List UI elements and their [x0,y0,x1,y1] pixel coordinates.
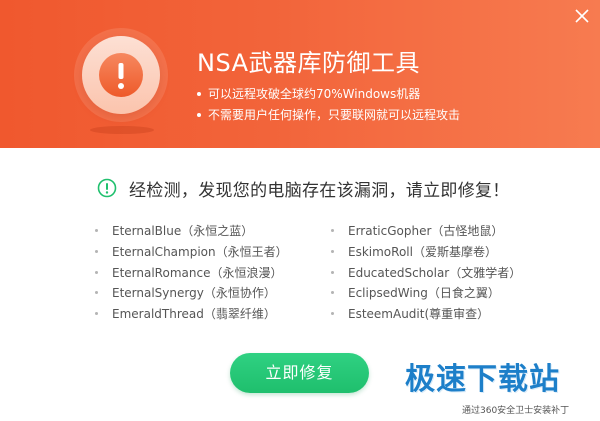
header-banner: NSA武器库防御工具 可以远程攻破全球约70%Windows机器 不需要用户任何… [0,0,600,148]
watermark-logo: 极速下载站 [405,362,560,397]
watermark-subtitle: 通过360安全卫士安装补丁 [462,406,570,416]
vulnerability-list-left: EternalBlue（永恒之蓝） EternalChampion（永恒王者） … [95,221,288,325]
badge-shadow [90,126,154,134]
list-item: ErraticGopher（古怪地鼠） [331,221,521,242]
vuln-name: EternalBlue（永恒之蓝） [112,224,254,238]
bullet-text: 可以远程攻破全球约70%Windows机器 [208,87,421,101]
vulnerability-list-right: ErraticGopher（古怪地鼠） EskimoRoll（爱斯基摩卷） Ed… [331,221,521,325]
list-item: EducatedScholar（文雅学者） [331,263,521,284]
exclamation-icon [118,63,124,89]
repair-now-button[interactable]: 立即修复 [230,353,369,393]
vuln-name: ErraticGopher（古怪地鼠） [348,224,504,238]
vuln-name: EternalChampion（永恒王者） [112,244,288,259]
list-item: EternalBlue（永恒之蓝） [95,221,288,242]
list-item: EskimoRoll（爱斯基摩卷） [331,242,521,263]
check-circle-icon [97,178,117,198]
vuln-name: EskimoRoll（爱斯基摩卷） [348,244,497,259]
alert-badge [74,28,168,122]
list-item: EclipsedWing（日食之翼） [331,283,521,304]
vuln-name: EducatedScholar（文雅学者） [348,265,522,280]
vuln-name: EsteemAudit(尊重审查） [348,307,490,322]
vuln-name: EternalRomance（永恒浪漫） [112,265,283,280]
list-item: EmeraldThread（翡翠纤维） [95,304,288,325]
bullet-item: 可以远程攻破全球约70%Windows机器 [197,84,460,105]
list-item: EternalRomance（永恒浪漫） [95,263,288,284]
threat-bullets: 可以远程攻破全球约70%Windows机器 不需要用户任何操作，只要联网就可以远… [197,84,460,126]
detection-message: 经检测，发现您的电脑存在该漏洞，请立即修复！ [97,176,510,201]
list-item: EsteemAudit(尊重审查） [331,304,521,325]
list-item: EternalChampion（永恒王者） [95,242,288,263]
vuln-name: EclipsedWing（日食之翼） [348,286,500,301]
bullet-text: 不需要用户任何操作，只要联网就可以远程攻击 [208,108,461,122]
detection-text: 经检测，发现您的电脑存在该漏洞，请立即修复！ [129,180,510,201]
list-item: EternalSynergy（永恒协作） [95,283,288,304]
vuln-name: EmeraldThread（翡翠纤维） [112,307,276,322]
close-icon[interactable] [572,6,592,26]
vuln-name: EternalSynergy（永恒协作） [112,286,276,301]
window-title: NSA武器库防御工具 [197,49,421,77]
bullet-item: 不需要用户任何操作，只要联网就可以远程攻击 [197,105,460,126]
